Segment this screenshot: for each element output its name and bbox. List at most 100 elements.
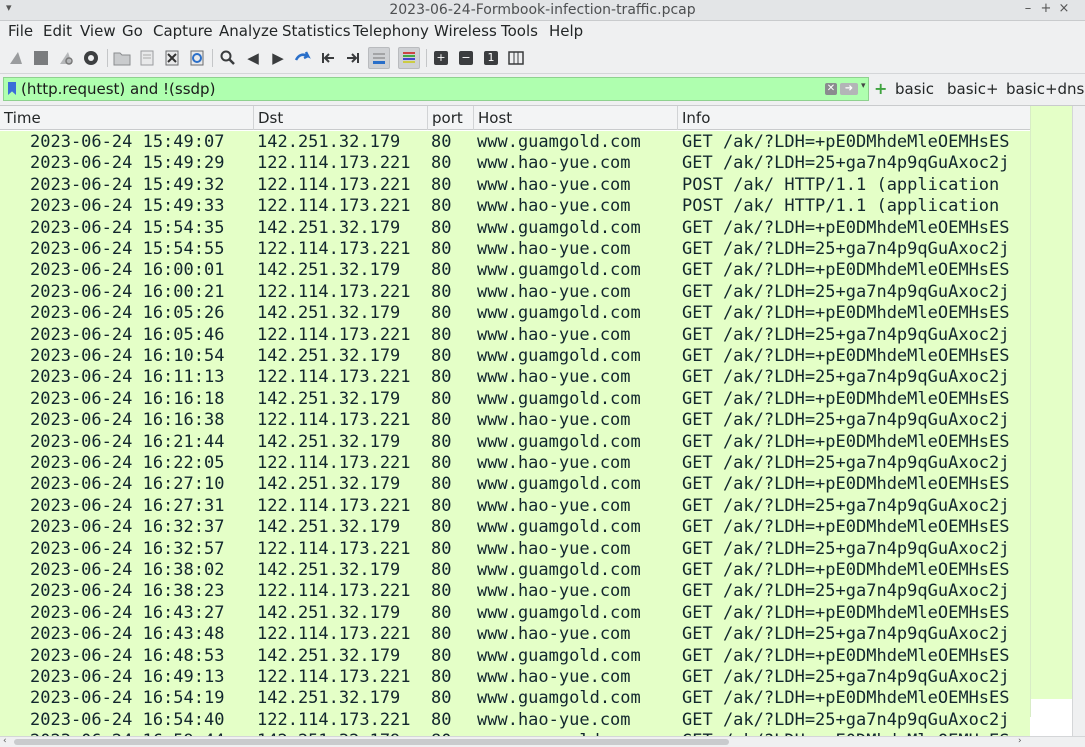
packet-row[interactable]: 2023-06-24 16:00:01 142.251.32.179 80 www.g… [0, 259, 1030, 281]
packet-row[interactable]: 2023-06-24 16:49:13 122.114.173.221 80 www.… [0, 666, 1030, 688]
packet-row[interactable]: 2023-06-24 16:22:05 122.114.173.221 80 www.… [0, 452, 1030, 474]
packet-cell-host: www.guamgold.com [477, 388, 641, 409]
packet-cell-port: 80 [431, 388, 452, 409]
column-header-time[interactable]: Time [0, 106, 254, 130]
stop-capture-icon[interactable] [30, 47, 52, 69]
packet-cell-port: 80 [431, 324, 452, 345]
packet-row[interactable]: 2023-06-24 15:49:33 122.114.173.221 80 www.… [0, 195, 1030, 217]
horizontal-scrollbar[interactable]: ‹ › [0, 736, 1085, 747]
go-forward-icon[interactable]: ▶ [267, 47, 289, 69]
packet-cell-dst: 142.251.32.179 [257, 388, 401, 409]
menu-go[interactable]: Go [122, 22, 143, 40]
packet-cell-dst: 122.114.173.221 [257, 367, 411, 388]
colorize-icon[interactable] [398, 47, 420, 69]
go-to-packet-icon[interactable] [292, 47, 314, 69]
horizontal-scroll-thumb[interactable] [14, 739, 729, 745]
packet-cell-time: 2023-06-24 16:49:13 [30, 667, 225, 687]
menu-help[interactable]: Help [549, 22, 583, 40]
zoom-out-icon[interactable]: − [455, 47, 477, 69]
packet-row[interactable]: 2023-06-24 15:49:07 142.251.32.179 80 www.g… [0, 131, 1030, 153]
packet-row[interactable]: 2023-06-24 16:38:23 122.114.173.221 80 www.… [0, 580, 1030, 602]
restart-capture-icon[interactable] [55, 47, 77, 69]
packet-row[interactable]: 2023-06-24 16:05:46 122.114.173.221 80 www.… [0, 323, 1030, 345]
packet-row[interactable]: 2023-06-24 16:16:38 122.114.173.221 80 www.… [0, 409, 1030, 431]
packet-row[interactable]: 2023-06-24 16:21:44 142.251.32.179 80 www.g… [0, 430, 1030, 452]
packet-cell-host: www.hao-yue.com [477, 667, 631, 687]
filter-bookmark-icon[interactable] [8, 82, 16, 95]
menu-statistics[interactable]: Statistics [282, 22, 351, 40]
close-file-icon[interactable] [161, 47, 183, 69]
resize-columns-icon[interactable] [505, 47, 527, 69]
filter-history-dropdown-icon[interactable]: ▾ [861, 81, 866, 91]
packet-cell-info: GET /ak/?LDH=+pE0DMhdeMleOEMHsES [682, 260, 1010, 281]
packet-row[interactable]: 2023-06-24 16:54:19 142.251.32.179 80 www.g… [0, 687, 1030, 709]
save-file-icon[interactable] [136, 47, 158, 69]
filter-button-basic-dns[interactable]: basic+dns [1006, 80, 1084, 98]
packet-row[interactable]: 2023-06-24 16:00:21 122.114.173.221 80 www.… [0, 280, 1030, 303]
menu-file[interactable]: File [8, 22, 33, 40]
menu-tools[interactable]: Tools [501, 22, 538, 40]
zoom-in-icon[interactable]: + [430, 47, 452, 69]
packet-cell-info: GET /ak/?LDH=25+ga7n4p9qGuAxoc2j [682, 153, 1010, 174]
display-filter-text[interactable]: (http.request) and !(ssdp) [21, 80, 215, 98]
last-packet-icon[interactable] [342, 47, 364, 69]
packet-row[interactable]: 2023-06-24 16:32:37 142.251.32.179 80 www.g… [0, 516, 1030, 538]
packet-row[interactable]: 2023-06-24 16:43:27 142.251.32.179 80 www.g… [0, 601, 1030, 624]
packet-cell-info: GET /ak/?LDH=+pE0DMhdeMleOEMHsES [682, 388, 1010, 409]
packet-row[interactable]: 2023-06-24 16:54:40 122.114.173.221 80 www.… [0, 708, 1030, 731]
packet-row[interactable]: 2023-06-24 16:10:54 142.251.32.179 80 www.g… [0, 345, 1030, 367]
maximize-icon[interactable]: + [1038, 1, 1054, 16]
packet-cell-time: 2023-06-24 15:49:07 [30, 132, 225, 152]
packet-cell-time: 2023-06-24 15:49:29 [30, 153, 225, 174]
shark-fin-start-icon[interactable] [5, 47, 27, 69]
packet-cell-time: 2023-06-24 16:22:05 [30, 453, 225, 473]
find-packet-icon[interactable] [217, 47, 239, 69]
menu-wireless[interactable]: Wireless [434, 22, 497, 40]
capture-options-gear-icon[interactable] [80, 47, 102, 69]
scroll-left-icon[interactable]: ‹ [3, 736, 7, 746]
auto-scroll-icon[interactable] [368, 47, 390, 69]
open-file-icon[interactable] [111, 47, 133, 69]
packet-row[interactable]: 2023-06-24 16:38:02 142.251.32.179 80 www.g… [0, 559, 1030, 581]
packet-row[interactable]: 2023-06-24 15:54:55 122.114.173.221 80 www.… [0, 238, 1030, 260]
menu-analyze[interactable]: Analyze [219, 22, 278, 40]
reload-file-icon[interactable] [186, 47, 208, 69]
menu-view[interactable]: View [80, 22, 116, 40]
add-filter-button-plus-icon[interactable]: + [874, 79, 887, 98]
display-filter-input[interactable]: (http.request) and !(ssdp) ✕ ➜ ▾ [3, 77, 869, 101]
menu-telephony[interactable]: Telephony [353, 22, 429, 40]
column-header-dst[interactable]: Dst [254, 106, 428, 130]
packet-row[interactable]: 2023-06-24 16:43:48 122.114.173.221 80 www.… [0, 623, 1030, 645]
packet-row[interactable]: 2023-06-24 16:05:26 142.251.32.179 80 www.g… [0, 302, 1030, 324]
close-icon[interactable]: × [1056, 1, 1072, 16]
packet-row[interactable]: 2023-06-24 16:16:18 142.251.32.179 80 www.g… [0, 387, 1030, 410]
packet-cell-host: www.guamgold.com [477, 602, 641, 623]
first-packet-icon[interactable] [317, 47, 339, 69]
packet-cell-host: www.guamgold.com [477, 560, 641, 580]
filter-button-basic[interactable]: basic [895, 80, 934, 98]
menu-edit[interactable]: Edit [43, 22, 72, 40]
column-header-port[interactable]: port [428, 106, 474, 130]
filter-button-basic-plus[interactable]: basic+ [947, 80, 999, 98]
scroll-right-icon[interactable]: › [1018, 736, 1022, 746]
packet-cell-info: GET /ak/?LDH=+pE0DMhdeMleOEMHsES [682, 688, 1010, 709]
column-header-info[interactable]: Info [678, 106, 1030, 130]
vertical-scrollbar[interactable] [1072, 106, 1085, 736]
packet-row[interactable]: 2023-06-24 15:49:29 122.114.173.221 80 www.… [0, 152, 1030, 174]
column-header-host[interactable]: Host [474, 106, 678, 130]
go-back-icon[interactable]: ◀ [242, 47, 264, 69]
apply-filter-arrow-icon[interactable]: ➜ [840, 83, 858, 95]
packet-row[interactable]: 2023-06-24 15:49:32 122.114.173.221 80 www.… [0, 173, 1030, 196]
packet-cell-port: 80 [431, 624, 452, 645]
packet-row[interactable]: 2023-06-24 16:11:13 122.114.173.221 80 www.… [0, 366, 1030, 388]
minimize-icon[interactable]: – [1020, 1, 1036, 16]
packet-row[interactable]: 2023-06-24 16:32:57 122.114.173.221 80 www.… [0, 537, 1030, 559]
menu-capture[interactable]: Capture [153, 22, 213, 40]
packet-row[interactable]: 2023-06-24 16:48:53 142.251.32.179 80 www.g… [0, 644, 1030, 666]
packet-cell-dst: 122.114.173.221 [257, 196, 411, 217]
packet-row[interactable]: 2023-06-24 15:54:35 142.251.32.179 80 www.g… [0, 216, 1030, 238]
clear-filter-icon[interactable]: ✕ [825, 83, 837, 95]
normal-size-icon[interactable]: 1 [480, 47, 502, 69]
packet-row[interactable]: 2023-06-24 16:27:10 142.251.32.179 80 www.g… [0, 473, 1030, 495]
packet-row[interactable]: 2023-06-24 16:27:31 122.114.173.221 80 www.… [0, 494, 1030, 517]
